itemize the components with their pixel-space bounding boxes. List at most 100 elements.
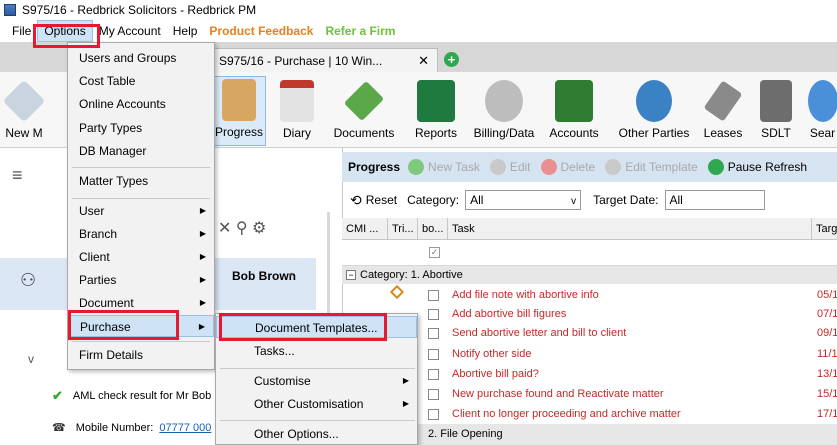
menu-item-parties[interactable]: Parties ▶ [68, 269, 214, 291]
ribbon-leases-button[interactable]: Leases [700, 76, 746, 146]
refresh-icon [707, 159, 724, 175]
menu-refer-a-firm[interactable]: Refer a Firm [319, 20, 401, 42]
task-target-date: 13/1 [817, 368, 837, 380]
calculator-icon [703, 80, 743, 122]
menu-item-cost-table[interactable]: Cost Table [68, 70, 214, 92]
aml-check-row: ✔ AML check result for Mr Bob [52, 388, 211, 404]
new-task-button[interactable]: New Task [408, 159, 480, 175]
binoculars-icon[interactable]: ⚲ [236, 220, 248, 237]
menu-item-users-and-groups[interactable]: Users and Groups [68, 47, 214, 69]
panel-tool-icons: ✕ ⚲ ⚙ [218, 218, 266, 238]
mobile-label: Mobile Number: [75, 421, 154, 434]
task-checkbox[interactable] [428, 349, 439, 360]
reset-icon[interactable]: ⟲ [350, 192, 362, 209]
search-globe-icon [808, 80, 837, 122]
phone-icon: ☎ [52, 422, 66, 434]
ribbon-label: Sear [809, 126, 836, 140]
col-task[interactable]: Task [448, 217, 812, 240]
menu-my-account[interactable]: My Account [93, 20, 167, 42]
add-tab-icon[interactable]: + [444, 52, 459, 67]
menu-item-online-accounts[interactable]: Online Accounts [68, 93, 214, 115]
chevron-up-icon[interactable]: ^ [289, 270, 295, 284]
ribbon-billing-button[interactable]: Billing/Data [468, 76, 540, 146]
mobile-number-link[interactable]: 07777 000 [159, 422, 211, 434]
col-bo[interactable]: bo... [418, 217, 448, 240]
menu-item-other-options[interactable]: Other Options... [216, 423, 417, 445]
menu-item-label: Other Customisation [254, 397, 364, 411]
close-icon[interactable]: ✕ [418, 53, 429, 69]
pause-refresh-button[interactable]: Pause Refresh [707, 159, 807, 175]
ribbon-sdlt-button[interactable]: SDLT [756, 76, 796, 146]
ribbon-new-matter-button[interactable]: New M [0, 76, 48, 146]
menu-item-client[interactable]: Client ▶ [68, 246, 214, 268]
template-icon [605, 159, 622, 175]
gear-icon[interactable]: ⚙ [252, 220, 266, 237]
menu-item-tasks[interactable]: Tasks... [216, 340, 417, 362]
menu-item-label: Client [79, 250, 110, 264]
ribbon-label: Documents [333, 126, 395, 140]
annotation-box-document-templates [219, 313, 387, 341]
submenu-arrow-icon: ▶ [402, 376, 409, 385]
ribbon-other-parties-button[interactable]: Other Parties [614, 76, 694, 146]
submenu-arrow-icon: ▶ [199, 252, 206, 261]
aml-check-text: AML check result for Mr Bob [72, 390, 212, 402]
pencil-icon [489, 159, 506, 175]
task-checkbox[interactable] [428, 389, 439, 400]
ribbon-documents-button[interactable]: Documents [328, 76, 400, 146]
reset-button[interactable]: Reset [366, 193, 397, 207]
menu-item-user[interactable]: User ▶ [68, 200, 214, 222]
menu-item-other-customisation[interactable]: Other Customisation ▶ [216, 393, 417, 415]
people-group-icon: ⚇ [20, 270, 37, 290]
ribbon-progress-button[interactable]: Progress [212, 76, 266, 146]
menu-item-db-manager[interactable]: DB Manager [68, 140, 214, 162]
category-select[interactable]: All v [465, 190, 582, 210]
menu-help[interactable]: Help [167, 20, 204, 42]
menu-item-branch[interactable]: Branch ▶ [68, 223, 214, 245]
bill-icon [485, 80, 523, 122]
ribbon-reports-button[interactable]: Reports [410, 76, 462, 146]
filter-checkbox[interactable]: ✓ [429, 247, 440, 258]
ribbon-accounts-button[interactable]: Accounts [544, 76, 604, 146]
task-target-date: 15/1 [817, 388, 837, 400]
delete-button[interactable]: Delete [540, 159, 595, 175]
col-cmi[interactable]: CMI ... [342, 217, 388, 240]
submenu-arrow-icon: ▶ [199, 229, 206, 238]
ribbon-label: Progress [214, 125, 264, 139]
menu-item-label: Document [79, 296, 134, 310]
ribbon-search-button[interactable]: Sear [808, 76, 837, 146]
ribbon-label: New M [5, 126, 43, 140]
table-row[interactable]: Add file note with abortive info 05/1 [342, 286, 837, 305]
close-filter-icon[interactable]: ✕ [218, 220, 231, 237]
category-group-row[interactable]: − Category: 1. Abortive [342, 266, 837, 284]
menu-product-feedback[interactable]: Product Feedback [203, 20, 319, 42]
menu-item-label: User [79, 204, 105, 218]
task-checkbox[interactable] [428, 290, 439, 301]
client-name: Bob Brown [232, 269, 296, 283]
menu-item-customise[interactable]: Customise ▶ [216, 370, 417, 392]
col-tri[interactable]: Tri... [388, 217, 418, 240]
ribbon-diary-button[interactable]: Diary [272, 76, 322, 146]
menu-item-matter-types[interactable]: Matter Types [68, 170, 214, 192]
target-date-label: Target Date: [593, 193, 659, 207]
ribbon-label: Billing/Data [473, 126, 535, 140]
collapse-icon[interactable]: − [346, 270, 356, 280]
task-checkbox[interactable] [428, 369, 439, 380]
menu-item-firm-details[interactable]: Firm Details [68, 344, 214, 366]
excel-icon [417, 80, 455, 122]
target-date-select[interactable]: All [664, 190, 765, 210]
task-name: Add file note with abortive info [452, 289, 599, 301]
task-checkbox[interactable] [428, 328, 439, 339]
edit-button[interactable]: Edit [489, 159, 531, 175]
menu-item-party-types[interactable]: Party Types [68, 117, 214, 139]
task-checkbox[interactable] [428, 409, 439, 420]
edit-template-button[interactable]: Edit Template [605, 159, 698, 175]
task-checkbox[interactable] [428, 309, 439, 320]
calendar-icon [280, 80, 314, 122]
hamburger-icon[interactable]: ≡ [12, 165, 23, 186]
col-target[interactable]: Targ [812, 218, 837, 240]
chevron-down-icon[interactable]: v [28, 352, 34, 366]
tab-matter[interactable]: S975/16 - Purchase | 10 Win... ✕ [212, 48, 438, 72]
ribbon-label: Leases [703, 126, 743, 140]
submenu-arrow-icon: ▶ [199, 275, 206, 284]
ribbon-label: Accounts [549, 126, 599, 140]
